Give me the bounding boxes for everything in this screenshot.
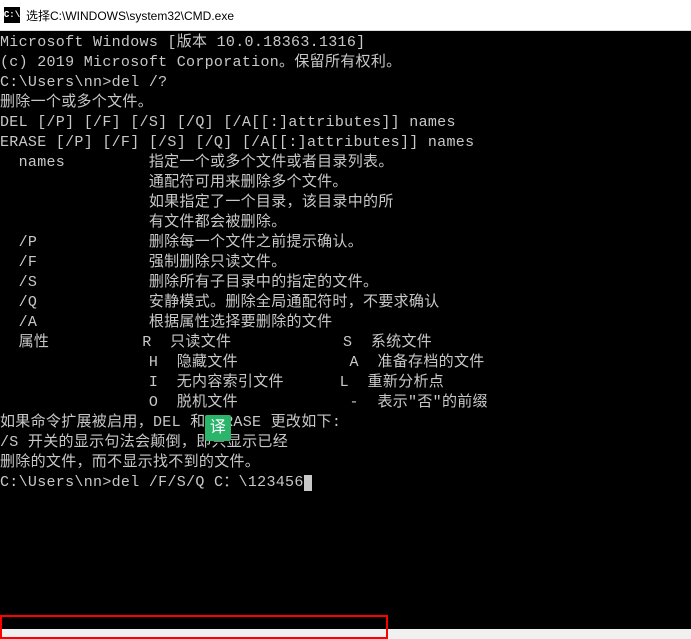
output-line: I 无内容索引文件 L 重新分析点: [0, 373, 691, 393]
output-line: 如果命令扩展被启用，DEL 和 ERASE 更改如下:: [0, 413, 691, 433]
output-line: /S 删除所有子目录中的指定的文件。: [0, 273, 691, 293]
title-text: 选择C:\WINDOWS\system32\CMD.exe: [26, 7, 234, 24]
typed-command: del /F/S/Q C：\123456: [112, 474, 304, 491]
output-line: 通配符可用来删除多个文件。: [0, 173, 691, 193]
output-line: ERASE [/P] [/F] [/S] [/Q] [/A[[:]attribu…: [0, 133, 691, 153]
output-line: /A 根据属性选择要删除的文件: [0, 313, 691, 333]
cmd-window: C:\ 选择C:\WINDOWS\system32\CMD.exe Micros…: [0, 0, 691, 626]
output-line: DEL [/P] [/F] [/S] [/Q] [/A[[:]attribute…: [0, 113, 691, 133]
cursor-icon: [304, 475, 312, 491]
output-line: 删除的文件，而不显示找不到的文件。: [0, 453, 691, 473]
output-line: C:\Users\nn>del /?: [0, 73, 691, 93]
highlight-box: [0, 615, 388, 639]
title-bar[interactable]: C:\ 选择C:\WINDOWS\system32\CMD.exe: [0, 0, 691, 31]
output-line: 删除一个或多个文件。: [0, 93, 691, 113]
output-line: 有文件都会被删除。: [0, 213, 691, 233]
output-line: 如果指定了一个目录，该目录中的所: [0, 193, 691, 213]
output-line: names 指定一个或多个文件或者目录列表。: [0, 153, 691, 173]
output-line: O 脱机文件 - 表示"否"的前缀: [0, 393, 691, 413]
output-line: 属性 R 只读文件 S 系统文件: [0, 333, 691, 353]
cmd-icon: C:\: [4, 7, 20, 23]
output-line: H 隐藏文件 A 准备存档的文件: [0, 353, 691, 373]
output-line: /Q 安静模式。删除全局通配符时，不要求确认: [0, 293, 691, 313]
output-line: /P 删除每一个文件之前提示确认。: [0, 233, 691, 253]
output-line: /S 开关的显示句法会颠倒，即只显示已经: [0, 433, 691, 453]
output-line: Microsoft Windows [版本 10.0.18363.1316]: [0, 33, 691, 53]
output-line: (c) 2019 Microsoft Corporation。保留所有权利。: [0, 53, 691, 73]
translate-badge-icon[interactable]: 译: [205, 415, 231, 441]
output-line: /F 强制删除只读文件。: [0, 253, 691, 273]
prompt-prefix: C:\Users\nn>: [0, 474, 112, 491]
terminal-area[interactable]: Microsoft Windows [版本 10.0.18363.1316] (…: [0, 31, 691, 629]
command-input-line[interactable]: C:\Users\nn>del /F/S/Q C：\123456: [0, 473, 691, 493]
